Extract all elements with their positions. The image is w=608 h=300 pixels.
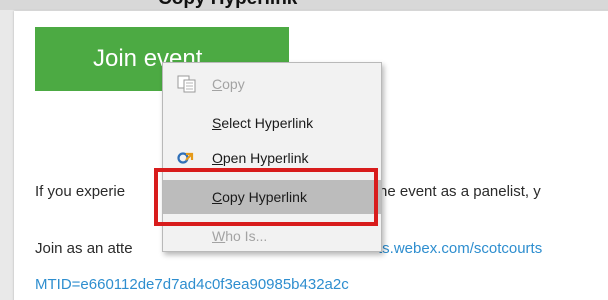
accelerator-letter: S bbox=[212, 115, 222, 131]
caption-band: Copy Hyperlink bbox=[0, 0, 608, 10]
accelerator-letter: C bbox=[212, 189, 223, 205]
menu-item-label: Select Hyperlink bbox=[212, 115, 313, 131]
menu-label-rest: elect Hyperlink bbox=[221, 115, 314, 131]
screenshot-stage: Copy Hyperlink Join event If you experie… bbox=[0, 0, 608, 300]
menu-item-select-hyperlink[interactable]: Select Hyperlink bbox=[163, 110, 381, 136]
caption-text: Copy Hyperlink bbox=[158, 0, 297, 10]
menu-item-copy[interactable]: Copy bbox=[163, 71, 381, 97]
menu-item-open-hyperlink[interactable]: Open Hyperlink bbox=[163, 145, 381, 171]
menu-item-label: Open Hyperlink bbox=[212, 150, 309, 166]
body-text-fragment: If you experie bbox=[35, 183, 126, 200]
menu-item-label: Copy bbox=[212, 76, 245, 92]
menu-label-rest: pen Hyperlink bbox=[222, 150, 309, 166]
menu-item-label: Who Is... bbox=[212, 228, 267, 244]
body-text-fragment: he event as a panelist, y bbox=[379, 183, 541, 200]
copy-icon bbox=[177, 75, 196, 93]
attendee-label: Join as an atte bbox=[35, 240, 133, 257]
open-hyperlink-icon bbox=[177, 152, 194, 164]
menu-item-copy-hyperlink[interactable]: Copy Hyperlink bbox=[163, 180, 381, 214]
accelerator-letter: O bbox=[212, 150, 223, 166]
context-menu: Copy Select Hyperlink Open Hyperlink Cop… bbox=[162, 62, 382, 252]
accelerator-letter: W bbox=[212, 228, 226, 244]
menu-label-rest: opy Hyperlink bbox=[222, 189, 307, 205]
meeting-link[interactable]: MTID=e660112de7d7ad4c0f3ea90985b432a2c bbox=[35, 276, 349, 293]
menu-item-who-is[interactable]: Who Is... bbox=[163, 223, 381, 249]
accelerator-letter: C bbox=[212, 76, 223, 92]
menu-item-label: Copy Hyperlink bbox=[212, 189, 307, 205]
menu-label-rest: opy bbox=[222, 76, 245, 92]
menu-label-rest: ho Is... bbox=[225, 228, 268, 244]
attendee-link[interactable]: ts.webex.com/scotcourts bbox=[378, 240, 542, 257]
